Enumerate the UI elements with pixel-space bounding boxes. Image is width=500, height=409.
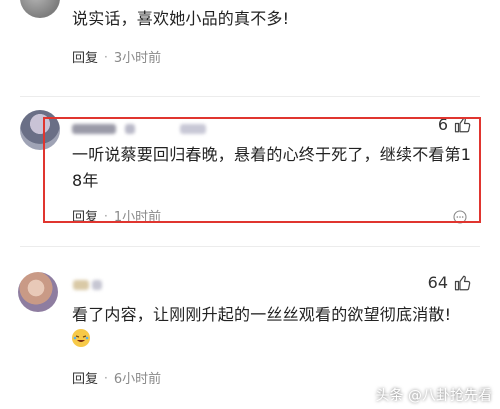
comment-time: 3小时前: [113, 51, 162, 66]
reply-button[interactable]: 回复: [72, 47, 98, 66]
watermark-text: 头条 @八卦抢先看: [375, 388, 492, 404]
laughing-emoji-icon: [72, 329, 90, 347]
comment-meta: 回复 · 6小时前: [72, 368, 162, 388]
divider: [20, 96, 480, 97]
highlight-annotation-box: [43, 117, 481, 223]
reply-button[interactable]: 回复: [72, 368, 98, 387]
meta-separator: ·: [104, 370, 108, 385]
like-count: 64: [427, 273, 448, 292]
comment-meta: 回复 · 3小时前: [72, 47, 162, 67]
user-badge: [92, 280, 102, 290]
comment-text: 说实话，喜欢她小品的真不多!: [72, 9, 290, 28]
divider: [20, 246, 480, 247]
avatar[interactable]: [20, 0, 60, 18]
watermark: 头条 @八卦抢先看: [376, 385, 492, 405]
avatar[interactable]: [18, 272, 58, 312]
meta-separator: ·: [104, 49, 108, 64]
comment-time: 6小时前: [113, 372, 162, 387]
like-control[interactable]: 64: [428, 273, 472, 292]
username-blurred[interactable]: [73, 280, 89, 290]
comment-text: 看了内容，让刚刚升起的一丝丝观看的欲望彻底消散!: [72, 305, 452, 324]
thumbs-up-icon[interactable]: [454, 274, 472, 292]
